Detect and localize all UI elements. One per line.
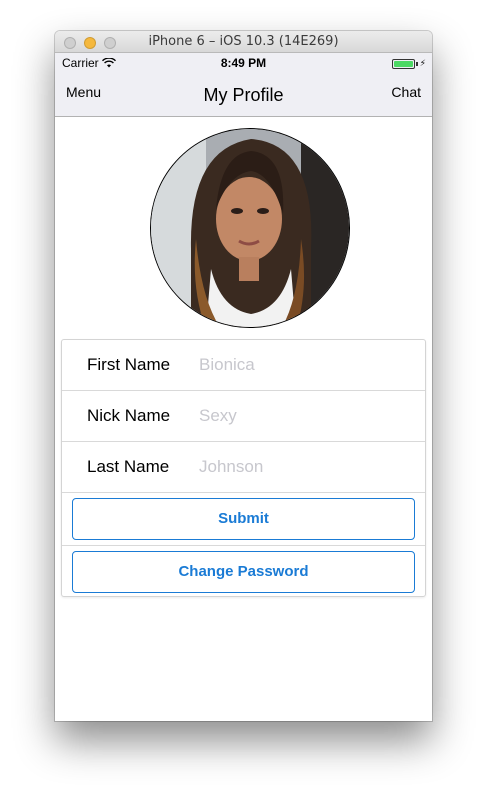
simulator-window: iPhone 6 – iOS 10.3 (14E269) Carrier 8:4… <box>55 31 432 721</box>
charging-bolt-icon: ⚡ <box>419 58 426 68</box>
change-password-button[interactable]: Change Password <box>72 551 415 593</box>
close-window-button[interactable] <box>64 37 76 49</box>
window-controls <box>64 37 116 49</box>
zoom-window-button[interactable] <box>104 37 116 49</box>
first-name-row: First Name <box>62 340 425 391</box>
last-name-row: Last Name <box>62 442 425 493</box>
first-name-field[interactable] <box>199 352 409 378</box>
status-time: 8:49 PM <box>220 56 267 70</box>
avatar-image <box>151 129 349 327</box>
chat-button[interactable]: Chat <box>391 84 421 100</box>
nick-name-row: Nick Name <box>62 391 425 442</box>
last-name-label: Last Name <box>87 457 170 476</box>
battery-icon: ⚡ <box>391 58 426 69</box>
nick-name-label: Nick Name <box>87 406 171 425</box>
window-title: iPhone 6 – iOS 10.3 (14E269) <box>148 34 339 49</box>
window-titlebar: iPhone 6 – iOS 10.3 (14E269) <box>55 31 432 53</box>
first-name-label: First Name <box>87 355 171 374</box>
profile-form: First Name Nick Name Last Name Submit Ch… <box>61 339 426 597</box>
last-name-field[interactable] <box>199 454 409 480</box>
change-password-row: Change Password <box>62 546 425 599</box>
minimize-window-button[interactable] <box>84 37 96 49</box>
profile-photo[interactable] <box>150 128 350 328</box>
nick-name-field[interactable] <box>199 403 409 429</box>
status-bar: Carrier 8:49 PM ⚡ <box>55 53 432 73</box>
navigation-bar: Menu My Profile Chat <box>55 73 432 117</box>
page-title: My Profile <box>203 85 284 105</box>
avatar <box>150 128 350 328</box>
profile-content: First Name Nick Name Last Name Submit Ch… <box>55 117 432 721</box>
submit-button[interactable]: Submit <box>72 498 415 540</box>
submit-row: Submit <box>62 493 425 546</box>
